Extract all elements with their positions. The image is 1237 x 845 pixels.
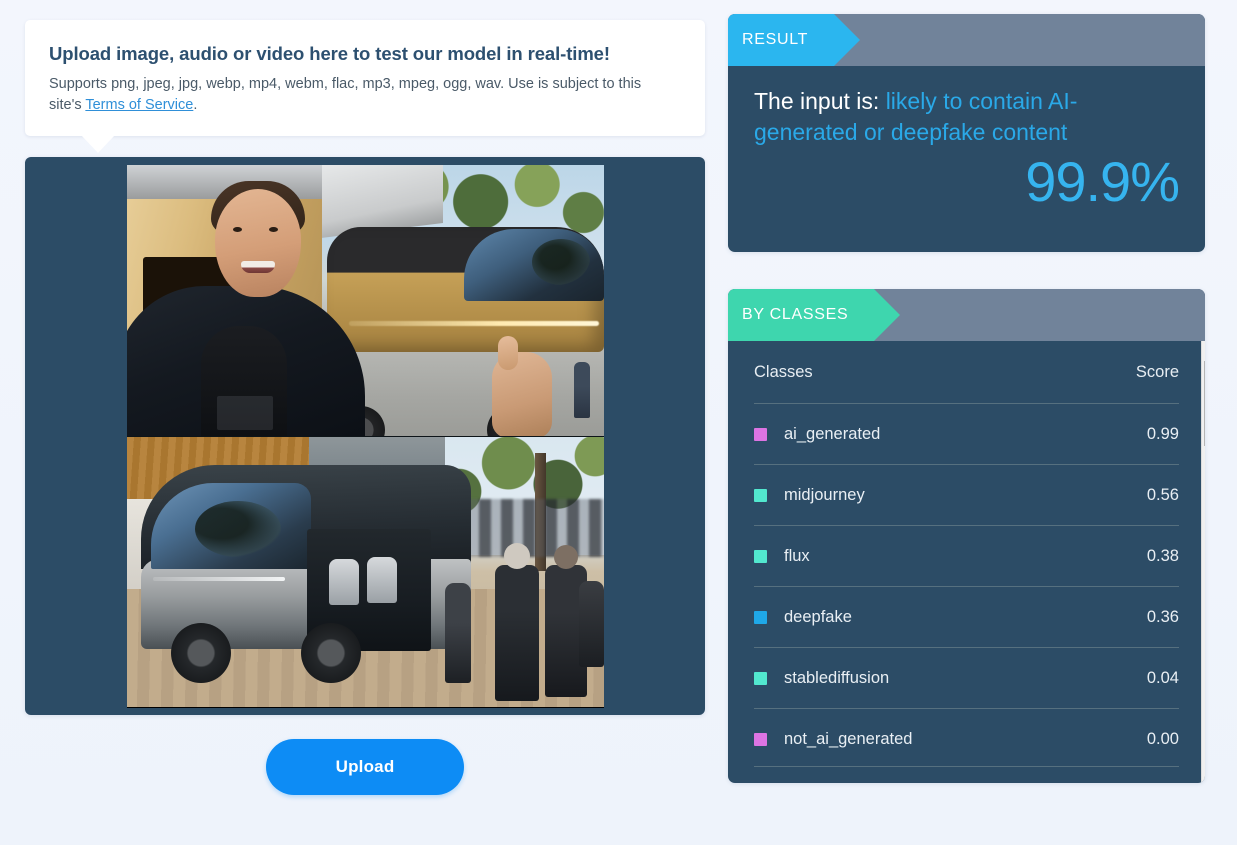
- thumbs-up-hand: [491, 335, 552, 436]
- class-score: 0.36: [1146, 607, 1179, 626]
- van-windshield: [463, 228, 604, 301]
- class-name: deepfake: [784, 607, 852, 626]
- by-classes-tag: BY CLASSES: [728, 289, 901, 341]
- terms-of-service-link[interactable]: Terms of Service: [85, 97, 193, 113]
- van-seat-right: [366, 556, 397, 603]
- class-name: midjourney: [784, 485, 865, 504]
- class-name: ai_generated: [784, 424, 881, 443]
- attendee-4: [578, 580, 604, 667]
- column-header-score: Score: [1135, 362, 1179, 381]
- table-row[interactable]: midjourney 0.56: [754, 464, 1179, 525]
- scrollbar-thumb[interactable]: [1204, 361, 1205, 446]
- result-confidence-percentage: 99.9%: [1025, 150, 1180, 214]
- person-eye-right: [268, 226, 278, 232]
- table-row[interactable]: ai_generated 0.99: [754, 403, 1179, 464]
- van-windshield: [150, 482, 311, 569]
- by-classes-table: Classes Score ai_generated 0.99 midjourn…: [728, 341, 1205, 783]
- silver-van: [140, 464, 471, 683]
- table-row[interactable]: deepfake 0.36: [754, 586, 1179, 647]
- class-color-swatch: [754, 732, 767, 746]
- person-face: [214, 188, 301, 297]
- class-color-swatch: [754, 671, 767, 685]
- class-color-swatch: [754, 488, 767, 502]
- result-sentence: The input is: likely to contain AI-gener…: [754, 86, 1179, 147]
- class-name: flux: [784, 546, 810, 565]
- table-bottom-divider: [754, 766, 1179, 767]
- media-preview-panel[interactable]: [25, 157, 705, 716]
- class-color-swatch: [754, 427, 767, 441]
- class-score: 0.04: [1146, 668, 1179, 687]
- van-light-strip: [348, 320, 599, 326]
- van-seat-left: [328, 558, 359, 605]
- attendee-1: [444, 582, 471, 683]
- background-person: [573, 361, 590, 418]
- class-score: 0.56: [1146, 485, 1179, 504]
- person-shirt: [200, 325, 287, 436]
- table-row[interactable]: not_ai_generated 0.00: [754, 708, 1179, 769]
- uploaded-image-bottom-frame: [126, 435, 604, 707]
- van-headlight-strip: [152, 576, 285, 581]
- upload-info-card: Upload image, audio or video here to tes…: [25, 20, 705, 154]
- class-name: not_ai_generated: [784, 729, 913, 748]
- gold-van: [326, 226, 604, 352]
- supported-formats-text: Supports png, jpeg, jpg, webp, mp4, webm…: [49, 74, 669, 116]
- upload-button[interactable]: Upload: [266, 739, 464, 796]
- class-color-swatch: [754, 610, 767, 624]
- left-column: Upload image, audio or video here to tes…: [25, 20, 705, 796]
- app-root: Upload image, audio or video here to tes…: [0, 0, 1237, 845]
- van-wheel-rear: [300, 622, 361, 683]
- uploaded-image-top-frame: [126, 164, 604, 436]
- result-body: The input is: likely to contain AI-gener…: [728, 66, 1205, 252]
- table-row[interactable]: stablediffusion 0.04: [754, 647, 1179, 708]
- supported-formats-suffix: .: [193, 97, 198, 114]
- class-score: 0.00: [1146, 729, 1179, 748]
- page-title: Upload image, audio or video here to tes…: [49, 43, 610, 64]
- blurred-crowd: [456, 498, 604, 557]
- result-card-header: RESULT: [728, 14, 1205, 66]
- class-score: 0.99: [1146, 424, 1179, 443]
- table-row[interactable]: flux 0.38: [754, 525, 1179, 586]
- scroll-up-arrow-icon[interactable]: ▲: [1202, 343, 1205, 359]
- callout-arrow: [81, 135, 115, 154]
- by-classes-card-header: BY CLASSES: [728, 289, 1205, 341]
- right-column: RESULT The input is: likely to contain A…: [728, 14, 1205, 783]
- table-header-row: Classes Score: [754, 341, 1179, 403]
- classes-scrollbar[interactable]: ▲ ▼: [1201, 341, 1205, 783]
- result-card: RESULT The input is: likely to contain A…: [728, 14, 1205, 252]
- person-eye-left: [232, 226, 242, 232]
- class-name: stablediffusion: [784, 668, 890, 687]
- class-color-swatch: [754, 549, 767, 563]
- result-tag: RESULT: [728, 14, 861, 66]
- scroll-down-arrow-icon[interactable]: ▼: [1202, 765, 1205, 781]
- by-classes-card: BY CLASSES Classes Score ai_generated 0.…: [728, 289, 1205, 783]
- upload-button-row: Upload: [25, 739, 705, 796]
- column-header-classes: Classes: [754, 362, 813, 381]
- uploaded-image[interactable]: [126, 164, 604, 708]
- van-wheel-front: [170, 622, 231, 683]
- class-score: 0.38: [1146, 546, 1179, 565]
- attendee-2: [494, 542, 539, 701]
- result-prefix: The input is:: [754, 88, 886, 114]
- person-smile: [240, 260, 275, 273]
